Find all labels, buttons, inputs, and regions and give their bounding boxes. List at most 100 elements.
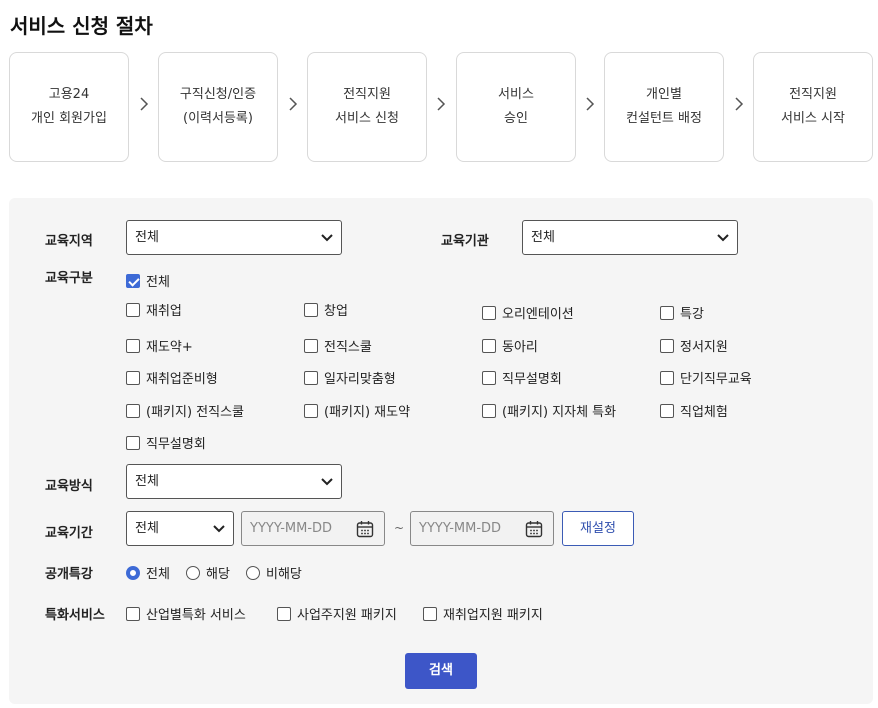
special-service-label: 특화서비스 [45, 608, 105, 623]
public-lecture-radio-all[interactable]: 전체 [126, 563, 170, 582]
step-6-line2: 서비스 시작 [781, 111, 845, 126]
checkbox-icon[interactable] [126, 403, 140, 418]
step-1-line1: 고용24 [48, 87, 90, 102]
category-option-checkbox[interactable]: 직무설명회 [482, 368, 562, 387]
radio-label: 해당 [206, 567, 230, 582]
category-option-label: 재취업준비형 [146, 372, 218, 387]
radio-label: 전체 [146, 567, 170, 582]
category-option-checkbox[interactable]: 일자리맞춤형 [304, 368, 396, 387]
category-option-label: 직업체험 [680, 405, 728, 420]
reset-button[interactable]: 재설정 [562, 511, 634, 546]
chevron-right-icon [286, 96, 300, 116]
method-select[interactable]: 전체 [126, 464, 342, 499]
public-lecture-radio-no[interactable]: 비해당 [246, 563, 302, 582]
category-option-label: (패키지) 전직스쿨 [146, 405, 244, 420]
step-4: 서비스 승인 [456, 52, 576, 162]
checkbox-icon[interactable] [482, 305, 496, 320]
radio-selected-icon[interactable] [126, 565, 140, 580]
institution-select-value: 전체 [531, 230, 555, 245]
category-option-label: 직무설명회 [502, 372, 562, 387]
chevron-right-icon [583, 96, 597, 116]
page-title: 서비스 신청 절차 [10, 14, 153, 38]
step-1: 고용24 개인 회원가입 [9, 52, 129, 162]
process-steps: 고용24 개인 회원가입 구직신청/인증 (이력서등록) 전직지원 서비스 신청… [9, 52, 873, 162]
method-label: 교육방식 [45, 479, 93, 494]
category-option-checkbox[interactable]: 재취업 [126, 300, 182, 319]
checkbox-icon[interactable] [482, 338, 496, 353]
category-option-checkbox[interactable]: (패키지) 전직스쿨 [126, 401, 244, 420]
institution-select[interactable]: 전체 [522, 220, 738, 255]
region-select[interactable]: 전체 [126, 220, 342, 255]
checkbox-icon[interactable] [304, 338, 318, 353]
end-date-placeholder: YYYY-MM-DD [419, 521, 502, 536]
checkbox-icon[interactable] [304, 302, 318, 317]
checkbox-icon[interactable] [482, 403, 496, 418]
end-date-input[interactable]: YYYY-MM-DD [410, 511, 554, 546]
category-option-checkbox[interactable]: 단기직무교육 [660, 368, 752, 387]
checkbox-icon[interactable] [423, 606, 437, 621]
category-option-checkbox[interactable]: 직무설명회 [126, 433, 206, 452]
checkbox-icon[interactable] [482, 370, 496, 385]
checkbox-icon[interactable] [126, 370, 140, 385]
checkbox-icon[interactable] [660, 305, 674, 320]
category-option-checkbox[interactable]: (패키지) 재도약 [304, 401, 410, 420]
category-option-checkbox[interactable]: (패키지) 지자체 특화 [482, 401, 616, 420]
checkbox-icon[interactable] [126, 338, 140, 353]
category-option-checkbox[interactable]: 특강 [660, 303, 704, 322]
checkbox-icon[interactable] [660, 338, 674, 353]
checkbox-icon[interactable] [304, 403, 318, 418]
checkbox-icon[interactable] [660, 370, 674, 385]
radio-icon[interactable] [246, 565, 260, 580]
period-label: 교육기간 [45, 526, 93, 541]
public-lecture-radio-yes[interactable]: 해당 [186, 563, 230, 582]
category-option-label: 재도약+ [146, 340, 193, 355]
calendar-icon[interactable] [356, 520, 374, 538]
start-date-input[interactable]: YYYY-MM-DD [241, 511, 385, 546]
category-option-checkbox[interactable]: 정서지원 [660, 336, 728, 355]
category-all-checkbox[interactable]: 전체 [126, 271, 170, 290]
category-all-label: 전체 [146, 275, 170, 290]
category-option-label: 단기직무교육 [680, 372, 752, 387]
start-date-placeholder: YYYY-MM-DD [250, 521, 333, 536]
chevron-right-icon [732, 96, 746, 116]
category-option-checkbox[interactable]: 동아리 [482, 336, 538, 355]
step-3-line1: 전직지원 [343, 87, 391, 102]
category-option-checkbox[interactable]: 전직스쿨 [304, 336, 372, 355]
category-option-checkbox[interactable]: 직업체험 [660, 401, 728, 420]
checkbox-icon[interactable] [660, 403, 674, 418]
search-button[interactable]: 검색 [405, 653, 477, 689]
step-5: 개인별 컨설턴트 배정 [604, 52, 724, 162]
institution-label: 교육기관 [441, 234, 489, 249]
category-option-checkbox[interactable]: 오리엔테이션 [482, 303, 574, 322]
checkbox-icon[interactable] [126, 302, 140, 317]
category-option-label: 전직스쿨 [324, 340, 372, 355]
checkbox-icon[interactable] [304, 370, 318, 385]
special-service-checkbox[interactable]: 사업주지원 패키지 [277, 604, 397, 623]
category-option-checkbox[interactable]: 재취업준비형 [126, 368, 218, 387]
step-4-line2: 승인 [504, 111, 528, 126]
checkbox-icon[interactable] [126, 606, 140, 621]
step-4-line1: 서비스 [498, 87, 534, 102]
chevron-down-icon [213, 512, 225, 545]
category-option-label: 재취업 [146, 304, 182, 319]
radio-label: 비해당 [266, 567, 302, 582]
checkbox-icon[interactable] [126, 435, 140, 450]
public-lecture-label: 공개특강 [45, 567, 93, 582]
radio-icon[interactable] [186, 565, 200, 580]
category-option-checkbox[interactable]: 창업 [304, 300, 348, 319]
region-select-value: 전체 [135, 230, 159, 245]
step-6: 전직지원 서비스 시작 [753, 52, 873, 162]
region-label: 교육지역 [45, 234, 93, 249]
category-option-label: 정서지원 [680, 340, 728, 355]
category-option-label: 창업 [324, 304, 348, 319]
category-option-checkbox[interactable]: 재도약+ [126, 336, 193, 355]
calendar-icon[interactable] [525, 520, 543, 538]
category-option-label: 특강 [680, 307, 704, 322]
checkbox-checked-icon[interactable] [126, 273, 140, 288]
checkbox-icon[interactable] [277, 606, 291, 621]
special-service-checkbox[interactable]: 재취업지원 패키지 [423, 604, 543, 623]
period-type-select[interactable]: 전체 [126, 511, 234, 546]
special-service-checkbox[interactable]: 산업별특화 서비스 [126, 604, 246, 623]
chevron-right-icon [137, 96, 151, 116]
step-3: 전직지원 서비스 신청 [307, 52, 427, 162]
